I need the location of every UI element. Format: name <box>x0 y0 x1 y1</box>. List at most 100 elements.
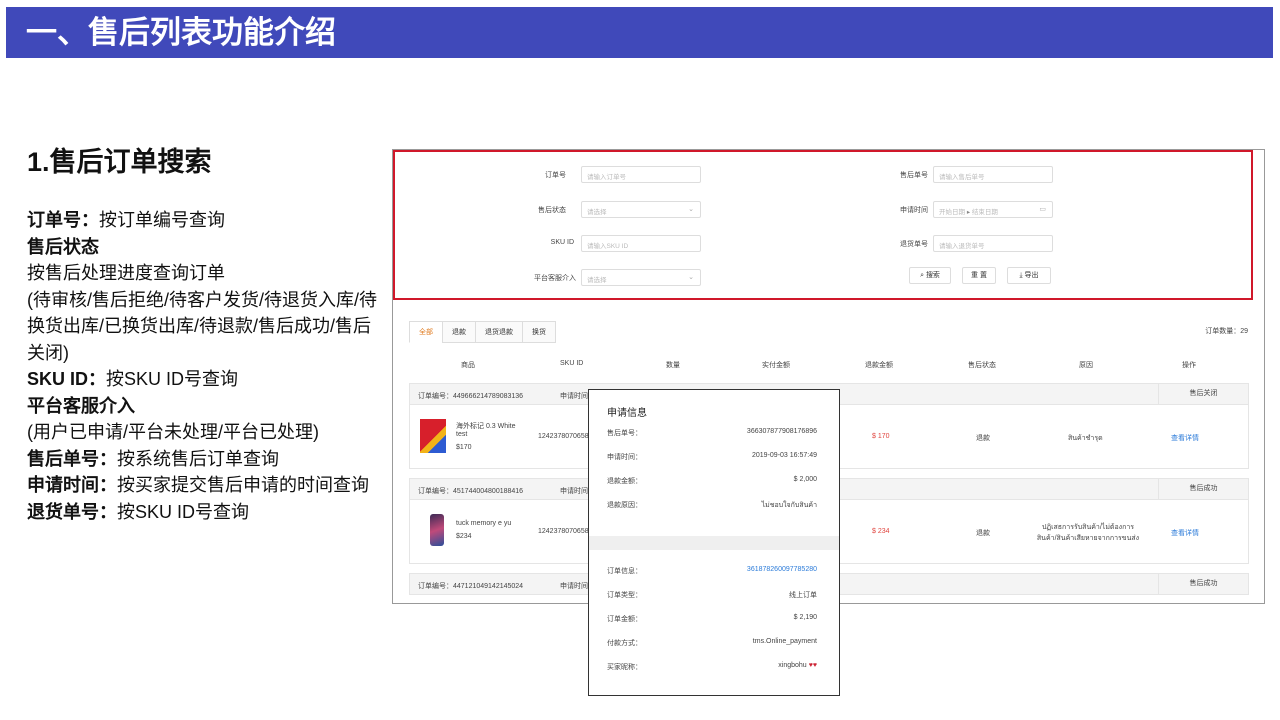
order-status: 售后成功 <box>1158 479 1248 499</box>
return-no-input[interactable]: 请输入退货单号 <box>933 235 1053 252</box>
line-text: 按系统售后订单查询 <box>117 448 279 469</box>
popup-key: 订单类型： <box>607 592 642 599</box>
popup-value: 2019-09-03 16:57:49 <box>752 452 817 459</box>
line-text: 按SKU ID号查询 <box>106 369 239 389</box>
popup-key: 订单金额： <box>607 616 642 623</box>
product-name: tuck memory e yu <box>456 520 512 527</box>
status-select[interactable]: 请选择 ⌄ <box>581 201 701 218</box>
order-id: 订单编号：447121049142145024 <box>418 583 524 590</box>
popup-key: 退款金额： <box>607 478 642 485</box>
line-label: 售后状态 <box>27 236 99 257</box>
order-status: 售后成功 <box>1158 574 1248 594</box>
popup-divider <box>589 536 839 550</box>
export-button[interactable]: ⤓ 导出 <box>1007 267 1051 284</box>
line-label: SKU ID： <box>27 369 107 389</box>
order-count: 订单数量：29 <box>1205 328 1248 335</box>
col-header: 操作 <box>1182 362 1196 369</box>
status-placeholder: 请选择 <box>587 209 607 216</box>
order-no-label: 订单号 <box>545 172 566 179</box>
after-no-label: 售后单号 <box>900 172 928 179</box>
export-button-label: 导出 <box>1024 272 1039 279</box>
col-header: 数量 <box>666 362 680 369</box>
refund-amount: $ 234 <box>872 528 890 535</box>
line-label: 售后单号： <box>27 448 117 469</box>
col-header: 商品 <box>461 362 475 369</box>
product-price: $170 <box>456 444 472 451</box>
col-header: SKU ID <box>560 360 584 367</box>
range-arrow-icon: ▸ <box>966 209 971 216</box>
reason: ปฏิเสธการรับสินค้า/ไม่ต้องการสินค้า/สินค… <box>1036 524 1140 542</box>
col-header: 实付金额 <box>762 362 790 369</box>
order-id: 订单编号：451744004800188416 <box>418 488 524 495</box>
order-status: 售后关闭 <box>1158 384 1248 404</box>
popup-value: $ 2,190 <box>793 614 817 621</box>
popup-title: 申请信息 <box>607 408 647 419</box>
slide-title: 一、售后列表功能介绍 <box>26 15 336 50</box>
date-start: 开始日期 <box>939 209 965 216</box>
popup-key: 售后单号： <box>607 430 642 437</box>
popup-value: xingbohu ♥♥ <box>778 662 817 669</box>
application-info-popup: 申请信息 售后单号： 366307877908176896 申请时间： 2019-0… <box>588 389 840 696</box>
order-info-link[interactable]: 361878260097785280 <box>747 566 817 573</box>
description-panel: 1.售后订单搜索 订单号：按订单编号查询 售后状态 按售后处理进度查询订单 (待… <box>27 140 387 525</box>
line-label: 申请时间： <box>27 475 117 495</box>
popup-value: tms.Online_payment <box>752 638 817 645</box>
line-label: 订单号： <box>27 210 99 230</box>
popup-key: 买家昵称： <box>607 664 642 671</box>
popup-value: 366307877908176896 <box>746 428 817 435</box>
popup-value: $ 2,000 <box>793 476 817 483</box>
col-header: 原因 <box>1079 362 1093 369</box>
line-text: 按SKU ID号查询 <box>117 501 250 522</box>
line-text: 按买家提交售后申请的时间查询 <box>117 475 369 495</box>
description-lines: 订单号：按订单编号查询 售后状态 按售后处理进度查询订单 (待审核/售后拒绝/待… <box>27 207 387 525</box>
apply-time: 申请时间 <box>560 393 588 400</box>
sku-input[interactable]: 请输入SKU ID <box>581 235 701 252</box>
refund-amount: $ 170 <box>872 433 890 440</box>
order-id: 订单编号：449666214789083136 <box>418 393 524 400</box>
view-detail-link[interactable]: 查看详情 <box>1171 528 1199 538</box>
order-no-input[interactable]: 请输入订单号 <box>581 166 701 183</box>
tab-bar: 全部 退款 退货退款 换货 <box>409 321 556 343</box>
popup-key: 申请时间： <box>607 454 642 461</box>
cs-placeholder: 请选择 <box>587 277 607 284</box>
product-name: 海外标记 0.3 White test <box>456 423 516 438</box>
tab-refund[interactable]: 退款 <box>442 321 475 343</box>
col-header: 售后状态 <box>968 362 996 369</box>
cs-select[interactable]: 请选择 ⌄ <box>581 269 701 286</box>
tab-return-refund[interactable]: 退货退款 <box>475 321 522 343</box>
apply-time: 申请时间 <box>560 488 588 495</box>
view-detail-link[interactable]: 查看详情 <box>1171 433 1199 443</box>
search-button[interactable]: ⌕ 搜索 <box>909 267 951 284</box>
reason: สินค้าชำรุด <box>1068 435 1103 442</box>
emoji-icon: ♥♥ <box>808 662 817 669</box>
tab-all[interactable]: 全部 <box>409 321 442 343</box>
line-text: (用户已申请/平台未处理/平台已处理) <box>27 422 319 442</box>
tab-exchange[interactable]: 换货 <box>522 321 556 343</box>
calendar-icon: ▭ <box>1039 206 1046 213</box>
date-end: 结束日期 <box>971 209 998 216</box>
line-text: 按售后处理进度查询订单 <box>27 263 225 283</box>
popup-value: 线上订单 <box>789 592 817 599</box>
cs-label: 平台客服介入 <box>534 275 576 282</box>
product-price: $234 <box>456 533 472 540</box>
after-no-input[interactable]: 请输入售后单号 <box>933 166 1053 183</box>
col-header: 退款金额 <box>865 362 893 369</box>
product-thumbnail <box>430 514 444 546</box>
date-range-input[interactable]: 开始日期 ▸ 结束日期 ▭ <box>933 201 1053 218</box>
line-label: 退货单号： <box>27 501 117 522</box>
line-label: 平台客服介入 <box>27 395 135 416</box>
status-label: 售后状态 <box>538 207 566 214</box>
chevron-down-icon: ⌄ <box>688 206 694 213</box>
download-icon: ⤓ <box>1019 272 1023 279</box>
slide-title-banner: 一、售后列表功能介绍 <box>6 7 1273 58</box>
search-button-label: 搜索 <box>925 272 940 279</box>
popup-value: ไม่ชอบใจกับสินค้า <box>761 502 817 509</box>
return-no-label: 退货单号 <box>900 241 928 248</box>
time-label: 申请时间 <box>900 207 928 214</box>
section-heading: 1.售后订单搜索 <box>27 147 212 177</box>
line-text: (待审核/售后拒绝/待客户发货/待退货入库/待换货出库/已换货出库/待退款/售后… <box>27 289 377 363</box>
sku-label: SKU ID <box>550 239 574 246</box>
popup-key: 退款原因： <box>607 502 642 509</box>
product-thumbnail <box>420 419 446 453</box>
reset-button[interactable]: 重 置 <box>962 267 996 284</box>
